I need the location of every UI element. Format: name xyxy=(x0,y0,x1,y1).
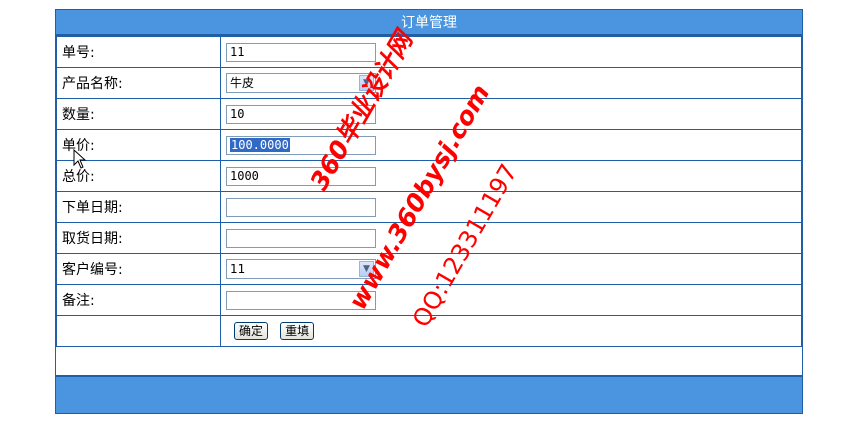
form-row-order-date: 下单日期: xyxy=(56,191,802,223)
form-row-pickup-date: 取货日期: xyxy=(56,222,802,254)
product-name-selected-value: 牛皮 xyxy=(230,76,255,90)
chevron-down-icon[interactable]: ▼ xyxy=(359,261,374,277)
order-date-label: 下单日期: xyxy=(56,191,221,223)
pickup-date-label: 取货日期: xyxy=(56,222,221,254)
pickup-date-input[interactable] xyxy=(226,228,376,248)
order-no-input[interactable] xyxy=(226,42,376,62)
product-name-select[interactable]: 牛皮 ▼ xyxy=(226,73,376,93)
form-row-remark: 备注: xyxy=(56,284,802,316)
order-no-label: 单号: xyxy=(56,36,221,68)
panel-footer xyxy=(56,375,802,413)
reset-button[interactable]: 重填 xyxy=(280,322,315,340)
form-row-order-no: 单号: xyxy=(56,36,802,68)
total-price-input[interactable] xyxy=(226,166,376,186)
order-management-panel: 订单管理 单号: 产品名称: 牛皮 ▼ 数量: 单价: xyxy=(55,9,803,414)
form-row-product: 产品名称: 牛皮 ▼ xyxy=(56,67,802,99)
order-form-table: 单号: 产品名称: 牛皮 ▼ 数量: 单价: 100.0000 xyxy=(56,36,802,347)
confirm-button[interactable]: 确定 xyxy=(234,322,269,340)
unit-price-input[interactable]: 100.0000 xyxy=(226,135,376,155)
product-name-label: 产品名称: xyxy=(56,67,221,99)
form-row-total: 总价: xyxy=(56,160,802,192)
remark-input[interactable] xyxy=(226,290,376,310)
form-row-quantity: 数量: xyxy=(56,98,802,130)
panel-title: 订单管理 xyxy=(56,10,802,36)
customer-no-select[interactable]: 11 ▼ xyxy=(226,259,376,279)
remark-label: 备注: xyxy=(56,284,221,316)
customer-no-label: 客户编号: xyxy=(56,253,221,285)
quantity-input[interactable] xyxy=(226,104,376,124)
form-row-customer-no: 客户编号: 11 ▼ xyxy=(56,253,802,285)
quantity-label: 数量: xyxy=(56,98,221,130)
mouse-cursor-icon xyxy=(73,149,87,169)
chevron-down-icon[interactable]: ▼ xyxy=(359,75,374,91)
unit-price-selected-text: 100.0000 xyxy=(230,137,290,152)
order-date-input[interactable] xyxy=(226,197,376,217)
form-row-actions: 确定 重填 xyxy=(56,315,802,347)
form-row-unit-price: 单价: 100.0000 xyxy=(56,129,802,161)
customer-no-selected-value: 11 xyxy=(230,262,246,276)
